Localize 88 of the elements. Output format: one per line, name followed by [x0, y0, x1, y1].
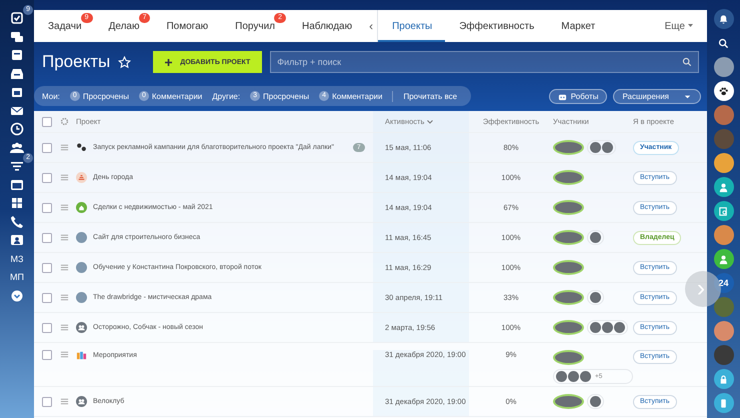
counter-group-label: Мои: — [42, 92, 60, 100]
avatar-icon[interactable] — [602, 142, 613, 153]
photo-placeholder — [76, 232, 87, 243]
colorful-grid-icon — [76, 350, 87, 361]
collapse-toggle[interactable]: ‹ — [365, 10, 378, 42]
person-icon[interactable] — [714, 177, 734, 197]
group-icon — [76, 396, 87, 407]
avatar-icon[interactable] — [553, 200, 584, 215]
chevron-down-icon[interactable] — [9, 288, 25, 304]
avatar-icon[interactable] — [556, 371, 567, 382]
drag-handle-icon[interactable] — [60, 143, 69, 152]
app-label[interactable]: 24 — [714, 273, 734, 293]
page-title: Проекты — [42, 52, 110, 72]
plus-icon — [165, 58, 172, 66]
avatar-icon[interactable] — [590, 232, 601, 243]
tab[interactable]: Проекты — [378, 10, 446, 42]
sidebar-label[interactable]: МП — [10, 269, 24, 285]
drag-handle-icon[interactable] — [60, 203, 69, 212]
avatar-icon[interactable] — [590, 142, 601, 153]
checkbox[interactable] — [42, 202, 52, 212]
drag-handle-icon[interactable] — [60, 173, 69, 182]
avatar-icon[interactable] — [714, 153, 734, 173]
avatar-icon[interactable] — [553, 350, 584, 365]
photo-placeholder — [76, 262, 87, 273]
paw-icon — [76, 142, 87, 153]
avatar-icon[interactable] — [580, 371, 591, 382]
avatar-icon[interactable] — [553, 290, 584, 305]
grid-icon[interactable] — [9, 195, 25, 211]
avatar-icon[interactable] — [553, 394, 584, 409]
read-all-link[interactable]: Прочитать все — [392, 90, 464, 102]
more-menu[interactable]: Еще — [650, 10, 707, 42]
tab[interactable]: Маркет — [547, 10, 608, 42]
tab[interactable]: Помогаю — [152, 10, 222, 42]
sidebar-label[interactable]: МЗ — [10, 250, 24, 266]
drag-handle-icon[interactable] — [60, 293, 69, 302]
drag-handle-icon[interactable] — [60, 233, 69, 242]
avatar-icon[interactable] — [714, 57, 734, 77]
clock-icon[interactable] — [9, 121, 25, 137]
project-logo-icon — [76, 172, 87, 183]
avatar-icon[interactable] — [553, 170, 584, 185]
extensions-button[interactable]: Расширения — [613, 88, 701, 104]
avatar-icon[interactable] — [714, 321, 734, 341]
avatar-icon[interactable] — [590, 292, 601, 303]
sort-caret-icon[interactable] — [427, 120, 434, 124]
checkbox[interactable] — [42, 262, 52, 272]
caret-icon — [688, 24, 693, 28]
checkbox[interactable] — [42, 116, 52, 126]
checkbox[interactable] — [42, 322, 52, 332]
checkbox[interactable] — [42, 142, 52, 152]
robot-icon — [558, 92, 567, 100]
checkbox[interactable] — [42, 172, 52, 182]
checkbox[interactable] — [42, 396, 52, 406]
avatar-icon[interactable] — [568, 371, 579, 382]
person-icon[interactable] — [714, 249, 734, 269]
counter-group-label: Другие: — [212, 92, 240, 100]
notifications-icon[interactable] — [714, 9, 734, 29]
tasks-icon[interactable] — [9, 10, 25, 26]
checkbox[interactable] — [42, 232, 52, 242]
avatar-icon[interactable] — [553, 140, 584, 155]
tab[interactable]: Эффективность — [445, 10, 548, 42]
avatar-icon[interactable] — [553, 260, 584, 275]
phone-icon[interactable] — [9, 214, 25, 230]
drag-handle-icon[interactable] — [60, 397, 69, 406]
avatar-icon[interactable] — [553, 320, 584, 335]
avatar-icon[interactable] — [602, 322, 613, 333]
avatar-icon[interactable] — [590, 322, 601, 333]
paw-icon[interactable] — [714, 81, 734, 101]
avatar-icon[interactable] — [553, 230, 584, 245]
avatar-icon[interactable] — [614, 322, 625, 333]
phone-icon[interactable] — [714, 393, 734, 413]
settings-icon[interactable] — [60, 117, 69, 126]
drag-handle-icon[interactable] — [60, 350, 69, 359]
avatar-icon[interactable] — [590, 396, 601, 407]
group-icon — [76, 322, 87, 333]
feed-icon[interactable] — [9, 47, 25, 63]
tab[interactable]: Наблюдаю — [288, 10, 366, 42]
star-icon[interactable] — [118, 56, 132, 68]
lock-icon[interactable] — [714, 369, 734, 389]
photo-placeholder — [76, 292, 87, 303]
avatar-icon[interactable] — [714, 297, 734, 317]
drag-handle-icon[interactable] — [60, 323, 69, 332]
robots-button[interactable]: Роботы — [548, 88, 608, 104]
house-icon — [76, 202, 87, 213]
drag-handle-icon[interactable] — [60, 263, 69, 272]
contact-card-icon[interactable] — [9, 232, 25, 248]
document-search-icon[interactable] — [714, 201, 734, 221]
checkbox[interactable] — [42, 350, 52, 360]
checkbox[interactable] — [42, 292, 52, 302]
